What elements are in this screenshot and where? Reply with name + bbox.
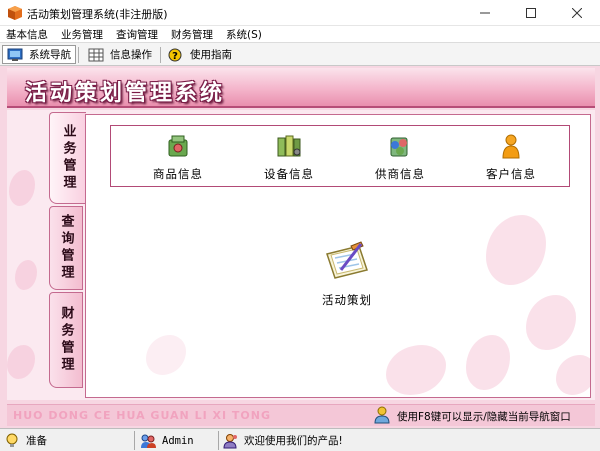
svg-text:?: ? — [172, 51, 178, 62]
petal-decoration — [466, 335, 510, 390]
toolbar-guide-label: 使用指南 — [190, 49, 232, 61]
tab-business-char: 业务管理 — [60, 124, 76, 192]
app-icon — [8, 6, 22, 20]
petal-decoration — [386, 345, 446, 395]
tab-finance-char: 财务管理 — [58, 306, 74, 374]
maximize-button[interactable] — [508, 0, 554, 26]
f8-hint-text: 使用F8键可以显示/隐藏当前导航窗口 — [397, 411, 571, 423]
tab-query[interactable]: 查询管理 — [49, 206, 83, 290]
help-icon: ? — [168, 48, 182, 62]
tab-business[interactable]: 业务管理 — [49, 112, 86, 204]
status-state-text: 准备 — [26, 435, 47, 447]
content-area: 业务管理 查询管理 财务管理 商品信息 设备信息 供商信息 客户信息 活动策划 — [7, 110, 595, 400]
equipment-info-label: 设备信息 — [264, 167, 314, 181]
menu-basic-info[interactable]: 基本信息 — [6, 27, 48, 42]
supplier-info-button[interactable]: 供商信息 — [365, 132, 435, 182]
petal-decoration — [9, 170, 35, 206]
monitor-icon — [7, 48, 23, 61]
equipment-info-button[interactable]: 设备信息 — [254, 132, 324, 182]
page-title: 活动策划管理系统 — [25, 81, 226, 106]
toolbar: 系统导航 信息操作 ? 使用指南 — [0, 42, 600, 66]
tab-finance[interactable]: 财务管理 — [49, 292, 83, 388]
title-bar: 活动策划管理系统(非注册版) — [0, 0, 600, 26]
close-button[interactable] — [554, 0, 600, 26]
status-message: 欢迎使用我们的产品! — [222, 432, 343, 449]
function-group: 商品信息 设备信息 供商信息 客户信息 — [110, 125, 570, 187]
status-user: Admin — [140, 432, 194, 449]
status-divider — [218, 431, 219, 450]
customer-info-button[interactable]: 客户信息 — [476, 132, 546, 182]
window-title: 活动策划管理系统(非注册版) — [27, 8, 168, 21]
menu-bar: 基本信息 业务管理 查询管理 财务管理 系统(S) — [0, 26, 600, 42]
toolbar-divider — [160, 47, 161, 63]
supplier-icon — [390, 137, 408, 157]
status-state: 准备 — [4, 432, 47, 449]
toolbar-divider — [78, 47, 79, 63]
activity-plan-label: 活动策划 — [322, 293, 372, 307]
toolbar-info-button[interactable]: 信息操作 — [84, 45, 156, 64]
grid-icon — [88, 48, 104, 61]
footer-banner: HUO DONG CE HUA GUAN LI XI TONG 使用F8键可以显… — [7, 404, 595, 426]
menu-business[interactable]: 业务管理 — [61, 27, 103, 42]
plan-icon — [326, 241, 368, 279]
petal-decoration — [146, 335, 186, 375]
petal-decoration — [15, 260, 37, 290]
main-frame: 活动策划管理系统 业务管理 查询管理 财务管理 商品信息 设备信息 供商信息 客… — [0, 66, 600, 428]
minimize-button[interactable] — [462, 0, 508, 26]
pinyin-watermark: HUO DONG CE HUA GUAN LI XI TONG — [13, 409, 272, 422]
tab-query-char: 查询管理 — [58, 214, 74, 282]
close-icon — [572, 8, 582, 18]
toolbar-nav-label: 系统导航 — [29, 49, 71, 61]
users-icon — [141, 434, 156, 448]
toolbar-guide-button[interactable]: ? 使用指南 — [164, 45, 236, 64]
product-info-label: 商品信息 — [153, 167, 203, 181]
status-message-text: 欢迎使用我们的产品! — [244, 435, 343, 447]
status-divider — [134, 431, 135, 450]
welcome-icon — [223, 433, 237, 448]
menu-system[interactable]: 系统(S) — [226, 27, 262, 42]
petal-decoration — [7, 345, 35, 379]
toolbar-info-label: 信息操作 — [110, 49, 152, 61]
petal-decoration — [526, 295, 576, 350]
status-user-text: Admin — [162, 434, 194, 447]
product-info-button[interactable]: 商品信息 — [143, 132, 213, 182]
customer-icon — [502, 134, 520, 159]
petal-decoration — [556, 355, 590, 395]
menu-finance[interactable]: 财务管理 — [171, 27, 213, 42]
maximize-icon — [526, 8, 536, 18]
light-bulb-icon — [6, 433, 18, 447]
customer-info-label: 客户信息 — [486, 167, 536, 181]
navigation-panel: 商品信息 设备信息 供商信息 客户信息 活动策划 — [85, 114, 591, 398]
minimize-icon — [480, 12, 490, 14]
toolbar-nav-button[interactable]: 系统导航 — [2, 45, 76, 64]
product-icon — [168, 135, 188, 157]
petal-decoration — [486, 215, 546, 285]
supplier-info-label: 供商信息 — [375, 167, 425, 181]
user-hint-icon — [374, 406, 390, 424]
menu-query[interactable]: 查询管理 — [116, 27, 158, 42]
equipment-icon — [277, 135, 301, 157]
activity-plan-button[interactable]: 活动策划 — [302, 240, 392, 308]
header-banner: 活动策划管理系统 — [7, 68, 595, 108]
status-bar: 准备 Admin 欢迎使用我们的产品! — [0, 428, 600, 451]
